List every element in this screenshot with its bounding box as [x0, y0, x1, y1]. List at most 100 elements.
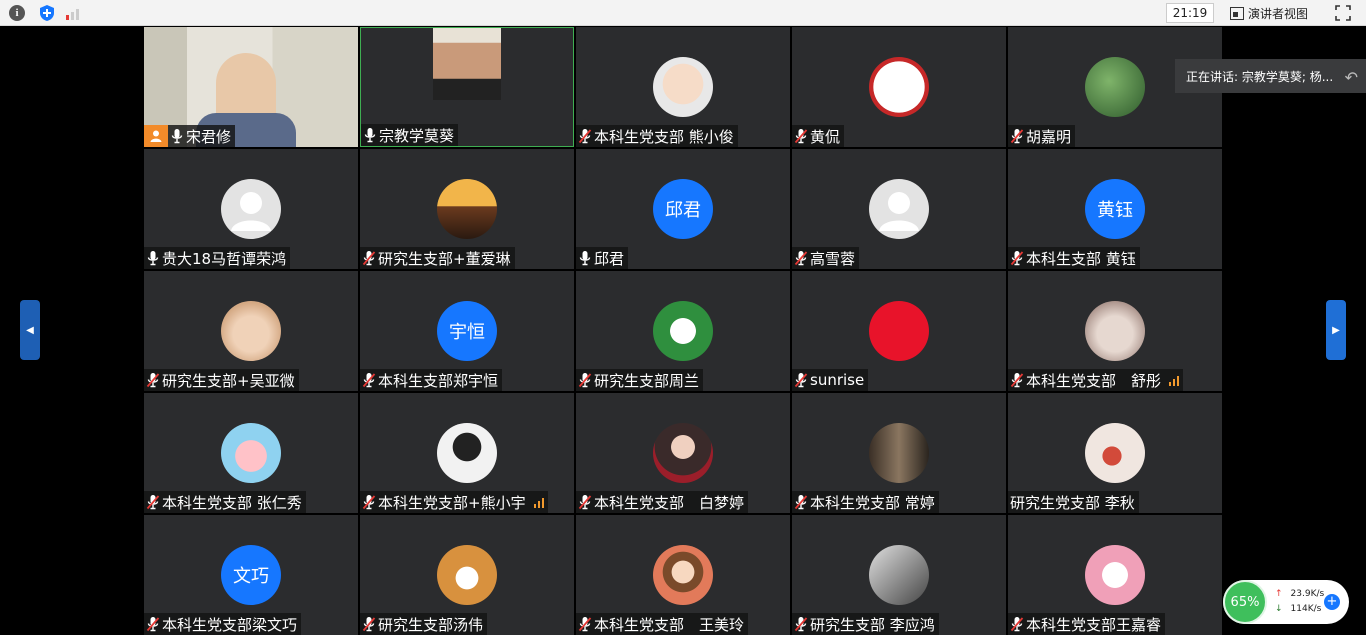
participant-tile[interactable]: 黄钰 本科生支部 黄钰	[1008, 149, 1222, 269]
participant-tile[interactable]: 本科生党支部 张仁秀	[144, 393, 358, 513]
participant-name: 贵大18马哲谭荣鸿	[162, 249, 287, 268]
collapse-icon[interactable]: ↶	[1345, 68, 1358, 87]
participant-name: 研究生支部周兰	[594, 371, 700, 390]
participant-name: 研究生党支部 李秋	[1010, 493, 1135, 512]
participant-name-bar: 胡嘉明	[1008, 125, 1076, 147]
participant-name: 研究生支部+吴亚微	[162, 371, 295, 390]
participant-name-bar: 本科生支部郑宇恒	[360, 369, 503, 391]
mic-icon[interactable]	[363, 127, 379, 143]
network-quality: 65%	[1223, 580, 1267, 624]
participant-name: sunrise	[810, 371, 865, 389]
avatar	[437, 423, 497, 483]
participant-name: 黄侃	[810, 127, 841, 146]
avatar	[869, 179, 929, 239]
participant-tile[interactable]: 本科生党支部 常婷	[792, 393, 1006, 513]
mic-muted-icon[interactable]	[362, 494, 378, 510]
mic-muted-icon[interactable]	[1010, 372, 1026, 388]
participant-tile[interactable]: 本科生党支部王嘉睿	[1008, 515, 1222, 635]
participant-tile[interactable]: 贵大18马哲谭荣鸿	[144, 149, 358, 269]
mic-muted-icon[interactable]	[578, 372, 594, 388]
info-icon[interactable]: i	[8, 4, 26, 22]
participant-name-bar: 研究生党支部 李秋	[1008, 491, 1139, 513]
speaking-indicator: 正在讲话: 宗教学莫葵; 杨... ↶	[1175, 59, 1366, 93]
mic-muted-icon[interactable]	[794, 250, 810, 266]
participant-tile[interactable]: 邱君 邱君	[576, 149, 790, 269]
speaker-view-button[interactable]: 演讲者视图	[1230, 3, 1318, 23]
prev-page-button[interactable]: ◀	[20, 300, 40, 360]
expand-network-button[interactable]: +	[1324, 594, 1340, 610]
participant-tile[interactable]: 研究生支部+吴亚微	[144, 271, 358, 391]
participant-tile[interactable]: 本科生党支部 熊小俊	[576, 27, 790, 147]
participant-tile[interactable]: 高雪蓉	[792, 149, 1006, 269]
participant-name: 本科生党支部 张仁秀	[162, 493, 302, 512]
participant-name: 本科生党支部 舒彤	[1026, 371, 1162, 390]
avatar	[221, 423, 281, 483]
mic-icon[interactable]	[578, 250, 594, 266]
participant-tile[interactable]: 研究生支部 李应鸿	[792, 515, 1006, 635]
mic-muted-icon[interactable]	[146, 494, 162, 510]
speaker-view-label: 演讲者视图	[1248, 6, 1309, 21]
mic-muted-icon[interactable]	[794, 616, 810, 632]
participant-tile[interactable]: 黄侃	[792, 27, 1006, 147]
mic-muted-icon[interactable]	[578, 616, 594, 632]
mic-icon[interactable]	[170, 128, 186, 144]
mic-muted-icon[interactable]	[362, 616, 378, 632]
participant-name: 本科生支部郑宇恒	[378, 371, 499, 390]
participant-tile[interactable]: 本科生党支部 舒彤	[1008, 271, 1222, 391]
mic-muted-icon[interactable]	[362, 250, 378, 266]
participant-name: 本科生党支部+熊小宇	[378, 493, 526, 512]
signal-strength-icon[interactable]	[65, 4, 83, 22]
avatar	[437, 179, 497, 239]
participant-name: 宗教学莫葵	[379, 126, 455, 145]
shield-icon[interactable]	[38, 4, 56, 22]
mic-muted-icon[interactable]	[794, 372, 810, 388]
mic-muted-icon[interactable]	[1010, 250, 1026, 266]
mic-muted-icon[interactable]	[794, 128, 810, 144]
mic-muted-icon[interactable]	[146, 372, 162, 388]
participant-tile[interactable]: 本科生党支部+熊小宇	[360, 393, 574, 513]
avatar	[869, 57, 929, 117]
mic-muted-icon[interactable]	[146, 616, 162, 632]
participant-name-bar: 本科生党支部 熊小俊	[576, 125, 738, 147]
avatar	[653, 545, 713, 605]
participant-name: 研究生支部 李应鸿	[810, 615, 935, 634]
participant-tile[interactable]: 本科生党支部 白梦婷	[576, 393, 790, 513]
participant-tile[interactable]: sunrise	[792, 271, 1006, 391]
mic-muted-icon[interactable]	[578, 494, 594, 510]
participant-tile[interactable]: 宇恒 本科生支部郑宇恒	[360, 271, 574, 391]
mic-muted-icon[interactable]	[1010, 128, 1026, 144]
mic-muted-icon[interactable]	[578, 128, 594, 144]
avatar	[437, 545, 497, 605]
participant-tile[interactable]: 研究生支部+董爱琳	[360, 149, 574, 269]
download-speed: ↓ 114K/s	[1275, 604, 1322, 614]
participant-name-bar: 本科生党支部+熊小宇	[360, 491, 548, 513]
network-widget[interactable]: 65% ↑ 23.9K/s ↓ 114K/s +	[1223, 580, 1349, 624]
participant-name: 本科生党支部梁文巧	[162, 615, 298, 634]
next-page-button[interactable]: ▶	[1326, 300, 1346, 360]
avatar	[653, 57, 713, 117]
fullscreen-icon[interactable]	[1334, 4, 1352, 22]
participant-name: 胡嘉明	[1026, 127, 1072, 146]
participant-tile[interactable]: 研究生党支部 李秋	[1008, 393, 1222, 513]
participant-tile[interactable]: 文巧 本科生党支部梁文巧	[144, 515, 358, 635]
participant-tile[interactable]: 宋君修	[144, 27, 358, 147]
avatar	[221, 301, 281, 361]
audio-level-icon	[533, 496, 544, 508]
participant-tile[interactable]: 宗教学莫葵	[360, 27, 574, 147]
participant-name-bar: 贵大18马哲谭荣鸿	[144, 247, 291, 269]
participant-name: 本科生党支部 熊小俊	[594, 127, 734, 146]
participant-name: 本科生支部 黄钰	[1026, 249, 1136, 268]
participant-tile[interactable]: 研究生支部周兰	[576, 271, 790, 391]
mic-icon[interactable]	[146, 250, 162, 266]
participant-tile[interactable]: 本科生党支部 王美玲	[576, 515, 790, 635]
avatar	[221, 179, 281, 239]
avatar	[869, 423, 929, 483]
mic-muted-icon[interactable]	[362, 372, 378, 388]
participant-name-bar: 本科生党支部 舒彤	[1008, 369, 1184, 391]
mic-muted-icon[interactable]	[794, 494, 810, 510]
avatar	[1085, 423, 1145, 483]
top-toolbar: i 21:19 演讲者视图	[0, 0, 1366, 26]
participant-tile[interactable]: 研究生支部汤伟	[360, 515, 574, 635]
mic-muted-icon[interactable]	[1010, 616, 1026, 632]
participant-name-bar: sunrise	[792, 369, 869, 391]
